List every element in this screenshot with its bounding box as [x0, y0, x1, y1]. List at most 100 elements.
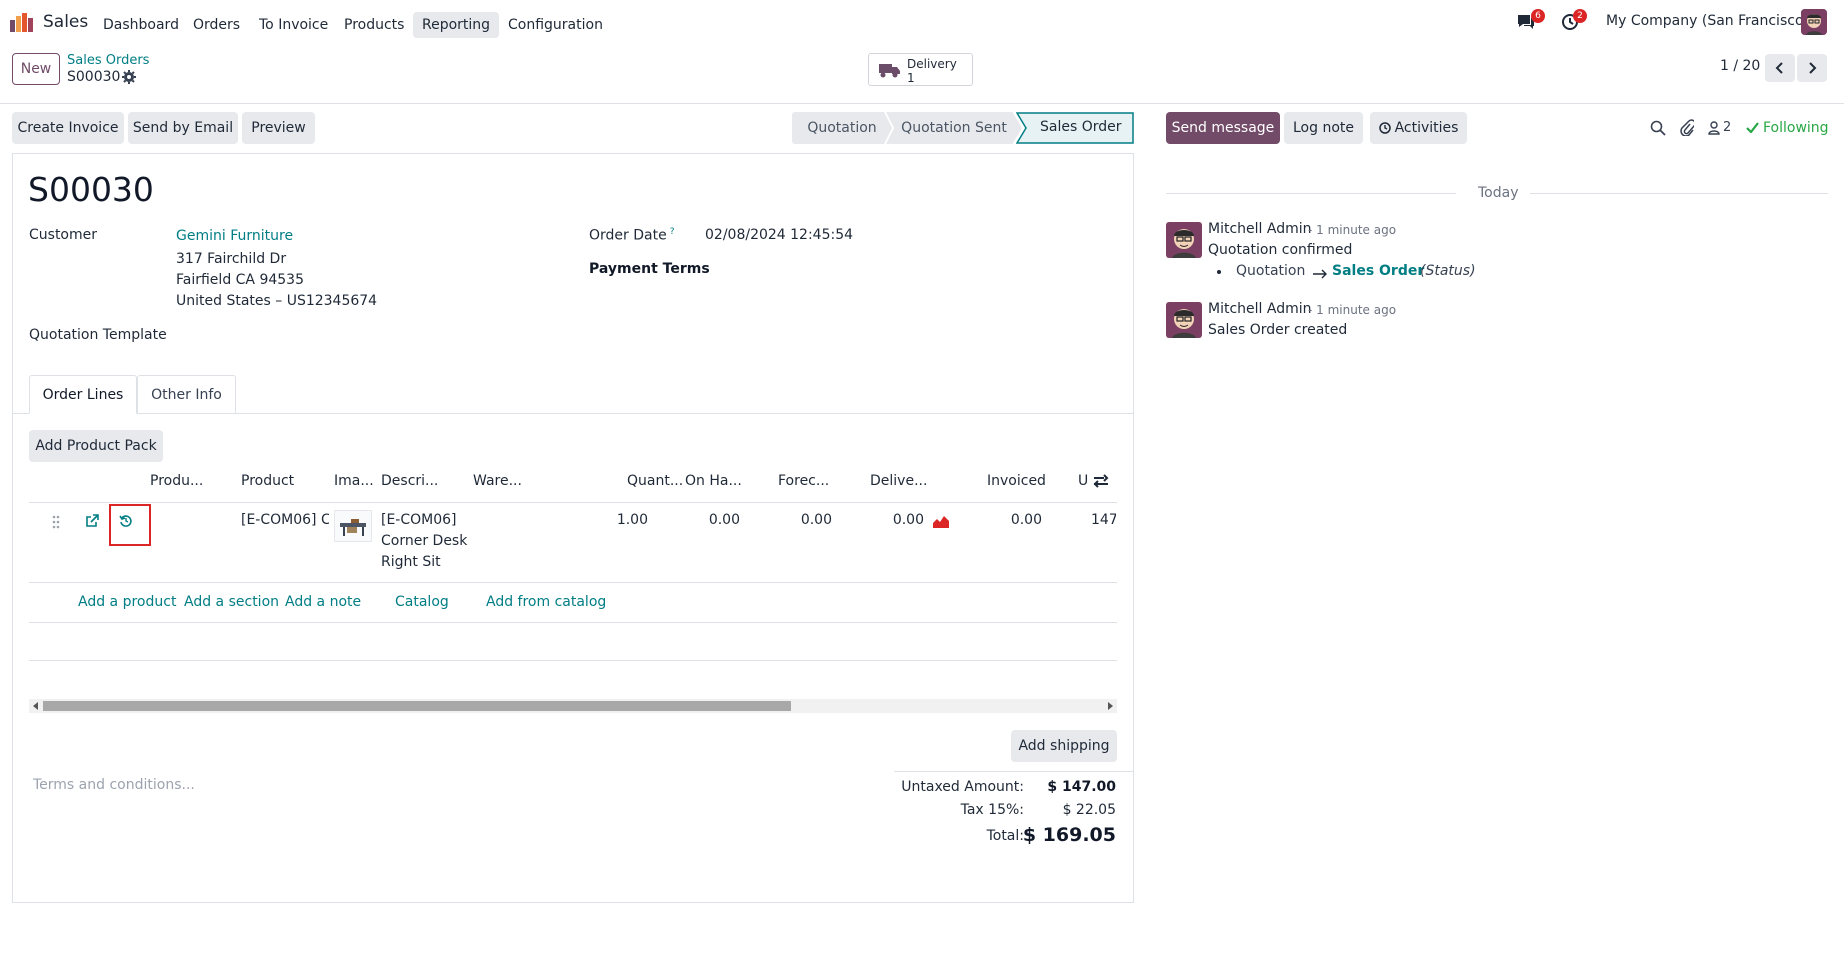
col-header-on-hand[interactable]: On Ha...	[685, 473, 742, 489]
message-author[interactable]: Mitchell Admin	[1208, 221, 1312, 237]
row-unit-price[interactable]: 147.	[1091, 512, 1116, 528]
menu-configuration[interactable]: Configuration	[508, 12, 603, 38]
send-by-email-button[interactable]: Send by Email	[128, 112, 238, 144]
order-date-label: Order Date?	[589, 227, 674, 244]
user-avatar[interactable]	[1801, 9, 1827, 35]
clock-icon	[1378, 122, 1391, 134]
activities-badge: 2	[1573, 9, 1587, 23]
untaxed-amount-value: $ 147.00	[1047, 779, 1116, 795]
apps-menu-icon[interactable]	[10, 12, 34, 32]
row-description-line-2[interactable]: Corner Desk	[381, 533, 467, 549]
pager-next-button[interactable]	[1797, 54, 1827, 82]
gear-icon[interactable]	[122, 70, 136, 84]
add-from-catalog-link[interactable]: Add from catalog	[486, 594, 606, 610]
delivery-smart-button[interactable]: Delivery 1	[868, 53, 973, 86]
messages-badge: 6	[1531, 9, 1545, 23]
col-header-image[interactable]: Ima...	[334, 473, 374, 489]
row-product-link[interactable]: [E-COM06] Co	[241, 512, 329, 528]
message-body: Quotation confirmed	[1208, 242, 1353, 258]
col-header-delivered[interactable]: Delive...	[870, 473, 927, 489]
horizontal-scrollbar[interactable]	[29, 699, 1117, 713]
menu-to-invoice[interactable]: To Invoice	[259, 12, 328, 38]
create-invoice-button[interactable]: Create Invoice	[12, 112, 124, 144]
menu-dashboard[interactable]: Dashboard	[103, 12, 179, 38]
scroll-right-icon[interactable]	[1106, 702, 1114, 710]
add-links-divider	[29, 622, 1117, 623]
forecast-chart-icon[interactable]	[933, 515, 949, 528]
col-header-forecast[interactable]: Forec...	[778, 473, 829, 489]
external-link-icon[interactable]	[85, 514, 99, 528]
order-date-label-text: Order Date	[589, 227, 667, 244]
status-sales-order[interactable]: Sales Order	[1016, 112, 1134, 144]
paperclip-icon[interactable]	[1680, 119, 1696, 137]
col-header-product-variant[interactable]: Produ...	[150, 473, 203, 489]
row-description-line-1[interactable]: [E-COM06]	[381, 512, 457, 528]
record-title: S00030	[28, 170, 154, 209]
send-message-button[interactable]: Send message	[1166, 112, 1280, 144]
pager-previous-button[interactable]	[1765, 54, 1795, 82]
add-shipping-button[interactable]: Add shipping	[1011, 730, 1117, 762]
col-header-product[interactable]: Product	[241, 473, 294, 489]
customer-name-link[interactable]: Gemini Furniture	[176, 228, 293, 244]
col-header-quantity[interactable]: Quant...	[627, 473, 683, 489]
company-switcher[interactable]: My Company (San Francisco)	[1606, 13, 1809, 29]
following-button[interactable]: Following	[1746, 119, 1829, 136]
terms-and-conditions-field[interactable]: Terms and conditions...	[33, 777, 195, 793]
message-author-avatar[interactable]	[1166, 222, 1202, 258]
add-product-link[interactable]: Add a product	[78, 594, 176, 610]
status-quotation[interactable]: Quotation	[792, 112, 892, 144]
quotation-template-label: Quotation Template	[29, 327, 167, 343]
product-thumbnail[interactable]	[334, 510, 372, 542]
tax-value: $ 22.05	[1062, 802, 1116, 818]
col-header-description[interactable]: Descri...	[381, 473, 438, 489]
order-date-value[interactable]: 02/08/2024 12:45:54	[705, 227, 853, 243]
add-product-pack-button[interactable]: Add Product Pack	[29, 430, 163, 462]
row-description-line-3[interactable]: Right Sit	[381, 554, 441, 570]
menu-products[interactable]: Products	[344, 12, 404, 38]
help-tooltip-icon[interactable]: ?	[670, 227, 675, 237]
optional-columns-toggle-icon[interactable]	[1093, 474, 1109, 488]
status-sales-order-label: Sales Order	[1040, 119, 1122, 135]
breadcrumb-sales-orders[interactable]: Sales Orders	[67, 53, 149, 68]
activities-button[interactable]: Activities	[1370, 112, 1467, 144]
menu-orders[interactable]: Orders	[193, 12, 240, 38]
col-header-unit-price[interactable]: U	[1078, 473, 1088, 489]
new-button[interactable]: New	[12, 53, 60, 85]
date-separator-line-right	[1530, 193, 1828, 194]
add-note-link[interactable]: Add a note	[285, 594, 361, 610]
scroll-left-icon[interactable]	[32, 702, 40, 710]
row-divider	[29, 582, 1117, 583]
customer-label: Customer	[29, 227, 98, 243]
app-name[interactable]: Sales	[43, 12, 88, 32]
tab-order-lines[interactable]: Order Lines	[29, 375, 137, 414]
drag-handle-icon[interactable]	[52, 515, 60, 529]
col-header-warehouse[interactable]: Ware...	[473, 473, 522, 489]
chevron-right-icon	[1809, 62, 1817, 74]
payment-terms-label: Payment Terms	[589, 261, 710, 277]
catalog-link[interactable]: Catalog	[395, 594, 449, 610]
log-note-button[interactable]: Log note	[1284, 112, 1363, 144]
empty-row-divider	[29, 660, 1117, 661]
user-icon	[1708, 120, 1720, 135]
add-section-link[interactable]: Add a section	[184, 594, 279, 610]
tracking-new-value: Sales Order	[1332, 263, 1425, 279]
customer-address-line-3: United States – US12345674	[176, 293, 378, 309]
tracking-bullet	[1217, 270, 1221, 274]
date-separator-line-left	[1166, 193, 1456, 194]
menu-reporting[interactable]: Reporting	[413, 12, 500, 38]
message-author-avatar[interactable]	[1166, 302, 1202, 338]
scrollbar-thumb[interactable]	[43, 701, 791, 711]
preview-button[interactable]: Preview	[242, 112, 315, 144]
row-quantity[interactable]: 1.00	[590, 512, 648, 528]
search-icon[interactable]	[1650, 120, 1666, 136]
pager-value[interactable]: 1 / 20	[1720, 58, 1760, 74]
status-quotation-sent[interactable]: Quotation Sent	[886, 112, 1022, 144]
untaxed-amount-label: Untaxed Amount:	[901, 779, 1024, 795]
col-header-invoiced[interactable]: Invoiced	[987, 473, 1046, 489]
message-author[interactable]: Mitchell Admin	[1208, 301, 1312, 317]
followers-button[interactable]: 2	[1708, 119, 1731, 136]
history-icon[interactable]	[119, 514, 133, 528]
message-time: - 1 minute ago	[1308, 303, 1397, 317]
table-row[interactable]	[29, 503, 1117, 582]
tab-other-info[interactable]: Other Info	[137, 375, 236, 414]
